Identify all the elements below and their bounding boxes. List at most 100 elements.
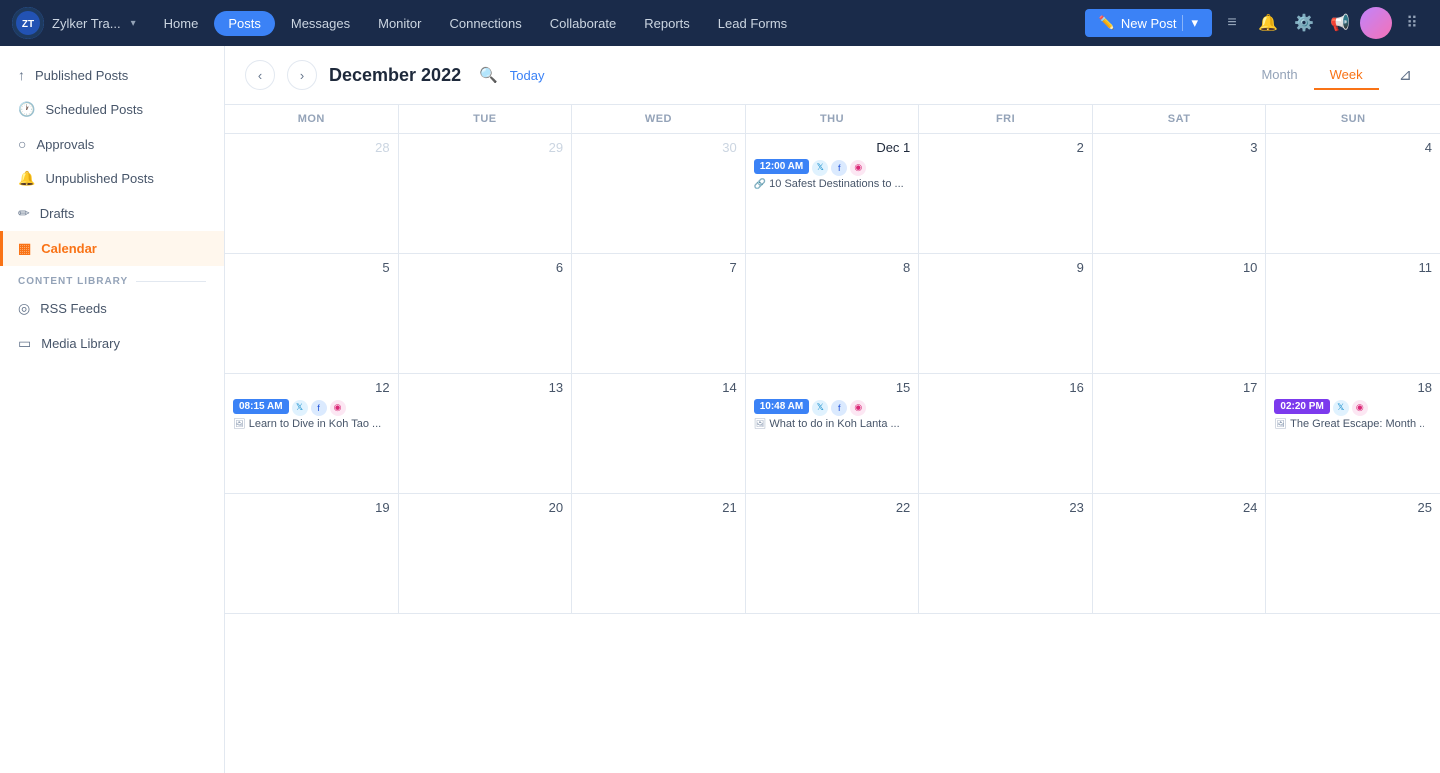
day-number: 19: [233, 500, 390, 515]
top-navigation: ZT Zylker Tra... ▾ Home Posts Messages M…: [0, 0, 1440, 46]
calendar-cell[interactable]: 5: [225, 254, 399, 374]
nav-lead-forms[interactable]: Lead Forms: [706, 10, 799, 37]
link-icon: 🔗: [754, 179, 766, 190]
twitter-social-icon: 𝕏: [812, 400, 828, 416]
calendar-cell[interactable]: 6: [399, 254, 573, 374]
sidebar: ↑ Published Posts 🕐 Scheduled Posts ○ Ap…: [0, 46, 225, 773]
avatar[interactable]: [1360, 7, 1392, 39]
sidebar-item-scheduled-posts[interactable]: 🕐 Scheduled Posts: [0, 92, 224, 127]
new-post-button[interactable]: ✏️ New Post ▾: [1085, 9, 1212, 37]
next-month-button[interactable]: ›: [287, 60, 317, 90]
filter-icon[interactable]: ⊿: [1391, 61, 1420, 89]
calendar-cell[interactable]: 29: [399, 134, 573, 254]
calendar-search-icon[interactable]: 🔍: [479, 66, 498, 84]
calendar-body: MON TUE WED THU FRI SAT SUN 282930Dec 11…: [225, 105, 1440, 773]
calendar-cell[interactable]: 24: [1093, 494, 1267, 614]
calendar-cell[interactable]: 1802:20 PM𝕏◉🖼The Great Escape: Month ...: [1266, 374, 1440, 494]
settings-icon[interactable]: ⚙️: [1288, 7, 1320, 39]
calendar-cell[interactable]: 3: [1093, 134, 1267, 254]
post-event[interactable]: 10:48 AM𝕏f◉🖼What to do in Koh Lanta ...: [754, 399, 911, 430]
sidebar-item-unpublished-posts[interactable]: 🔔 Unpublished Posts: [0, 161, 224, 196]
sidebar-item-published-posts[interactable]: ↑ Published Posts: [0, 58, 224, 92]
image-icon: 🖼: [754, 419, 767, 430]
calendar-cell[interactable]: 21: [572, 494, 746, 614]
twitter-social-icon: 𝕏: [292, 400, 308, 416]
calendar-cell[interactable]: 12 08:15 AM𝕏f◉🖼Learn to Dive in Koh Tao .…: [225, 374, 399, 494]
day-number: 14: [580, 380, 737, 395]
sidebar-item-media-library[interactable]: ▭ Media Library: [0, 326, 224, 361]
calendar-title: December 2022: [329, 65, 461, 86]
post-event[interactable]: 02:20 PM𝕏◉🖼The Great Escape: Month ...: [1274, 399, 1432, 430]
sidebar-item-calendar[interactable]: ▦ Calendar: [0, 231, 224, 266]
post-event[interactable]: 08:15 AM𝕏f◉🖼Learn to Dive in Koh Tao ...: [233, 399, 390, 430]
post-time: 02:20 PM: [1274, 399, 1329, 414]
calendar-cell[interactable]: 23: [919, 494, 1093, 614]
nav-monitor[interactable]: Monitor: [366, 10, 433, 37]
day-header-tue: TUE: [399, 105, 573, 133]
day-number: 2: [927, 140, 1084, 155]
media-icon: ▭: [18, 335, 31, 352]
image-icon: 🖼: [233, 419, 246, 430]
calendar-cell[interactable]: 14: [572, 374, 746, 494]
day-header-wed: WED: [572, 105, 746, 133]
nav-reports[interactable]: Reports: [632, 10, 702, 37]
day-number: 29: [407, 140, 564, 155]
brand-logo-area[interactable]: ZT Zylker Tra... ▾: [12, 7, 136, 39]
day-header-sat: SAT: [1093, 105, 1267, 133]
calendar-cell[interactable]: 2: [919, 134, 1093, 254]
calendar-cell[interactable]: 28: [225, 134, 399, 254]
nav-connections[interactable]: Connections: [437, 10, 533, 37]
apps-icon[interactable]: ⠿: [1396, 7, 1428, 39]
nav-messages[interactable]: Messages: [279, 10, 362, 37]
calendar-cell[interactable]: Dec 112:00 AM𝕏f◉🔗10 Safest Destinations …: [746, 134, 920, 254]
nav-collaborate[interactable]: Collaborate: [538, 10, 629, 37]
calendar-cell[interactable]: 8: [746, 254, 920, 374]
instagram-social-icon: ◉: [1352, 400, 1368, 416]
today-button[interactable]: Today: [510, 68, 545, 83]
sidebar-item-approvals[interactable]: ○ Approvals: [0, 127, 224, 161]
edit-outline-icon: ✏: [18, 205, 30, 222]
month-view-button[interactable]: Month: [1245, 61, 1313, 90]
day-number: 9: [927, 260, 1084, 275]
calendar-cell[interactable]: 20: [399, 494, 573, 614]
sidebar-item-rss-feeds[interactable]: ◎ RSS Feeds: [0, 291, 224, 326]
sidebar-label-approvals: Approvals: [36, 137, 94, 152]
calendar-cell[interactable]: 19: [225, 494, 399, 614]
sidebar-label-scheduled-posts: Scheduled Posts: [45, 102, 143, 117]
day-number: 10: [1101, 260, 1258, 275]
day-number: 21: [580, 500, 737, 515]
calendar-cell[interactable]: 7: [572, 254, 746, 374]
day-header-fri: FRI: [919, 105, 1093, 133]
calendar-cell[interactable]: 13: [399, 374, 573, 494]
bell-icon[interactable]: 🔔: [1252, 7, 1284, 39]
calendar-cell[interactable]: 16: [919, 374, 1093, 494]
post-time: 12:00 AM: [754, 159, 810, 174]
nav-posts[interactable]: Posts: [214, 11, 275, 36]
post-time: 08:15 AM: [233, 399, 289, 414]
calendar-cell[interactable]: 30: [572, 134, 746, 254]
megaphone-icon[interactable]: 📢: [1324, 7, 1356, 39]
prev-month-button[interactable]: ‹: [245, 60, 275, 90]
calendar-grid: 282930Dec 112:00 AM𝕏f◉🔗10 Safest Destina…: [225, 134, 1440, 614]
calendar-cell[interactable]: 17: [1093, 374, 1267, 494]
day-number: 12: [233, 380, 390, 395]
calendar-cell[interactable]: 4: [1266, 134, 1440, 254]
calendar-cell[interactable]: 22: [746, 494, 920, 614]
sidebar-item-drafts[interactable]: ✏ Drafts: [0, 196, 224, 231]
post-event[interactable]: 12:00 AM𝕏f◉🔗10 Safest Destinations to ..…: [754, 159, 911, 190]
calendar-cell[interactable]: 11: [1266, 254, 1440, 374]
calendar-cell[interactable]: 1510:48 AM𝕏f◉🖼What to do in Koh Lanta ..…: [746, 374, 920, 494]
post-title-text: What to do in Koh Lanta ...: [769, 418, 899, 430]
post-title: 🔗10 Safest Destinations to ...: [754, 178, 904, 190]
edit-icon: ✏️: [1099, 15, 1115, 31]
calendar-cell[interactable]: 10: [1093, 254, 1267, 374]
calendar-cell[interactable]: 9: [919, 254, 1093, 374]
avatar-image: [1360, 7, 1392, 39]
brand-logo: ZT: [12, 7, 44, 39]
content-library-divider: CONTENT LIBRARY: [0, 266, 224, 291]
calendar-cell[interactable]: 25: [1266, 494, 1440, 614]
nav-home[interactable]: Home: [152, 10, 211, 37]
day-headers: MON TUE WED THU FRI SAT SUN: [225, 105, 1440, 134]
week-view-button[interactable]: Week: [1314, 61, 1379, 90]
grid-icon[interactable]: ≡: [1216, 7, 1248, 39]
